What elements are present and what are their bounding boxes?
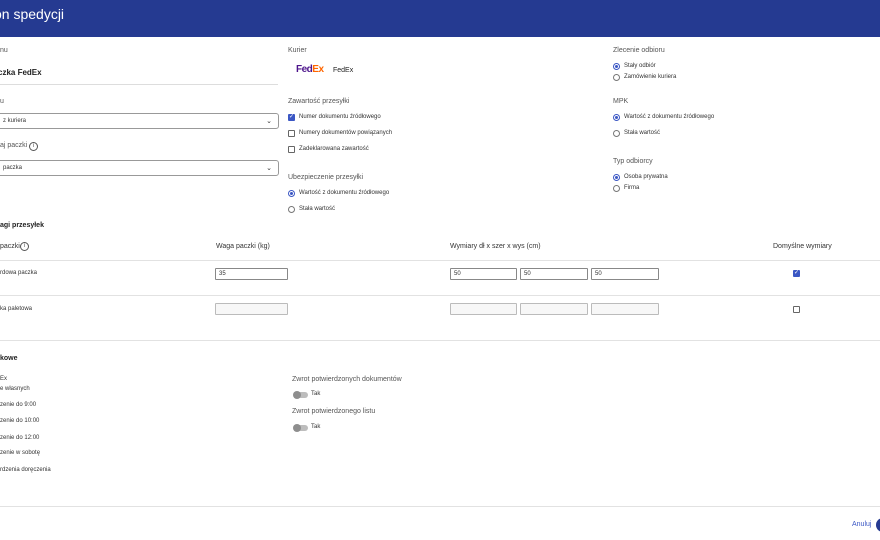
chevron-down-icon: ⌄	[266, 118, 272, 125]
content-label: Zawartość przesyłki	[288, 98, 350, 105]
width-input[interactable]	[520, 303, 588, 315]
mpk-option-label: Stała wartość	[624, 130, 661, 136]
insurance-option-label: Wartość z dokumentu źródłowego	[299, 190, 390, 196]
height-input[interactable]	[591, 303, 659, 315]
weights-section-title: agi przesyłek	[0, 222, 44, 229]
insurance-option-label: Stała wartość	[299, 206, 336, 212]
content-checkbox-declared[interactable]	[288, 146, 295, 153]
weights-col-default: Domyślne wymiary	[773, 243, 832, 250]
extra-item[interactable]: zenie w sobotę	[0, 450, 40, 456]
name-underline	[0, 84, 278, 85]
mpk-option-label: Wartość z dokumentu źródłowego	[624, 114, 715, 120]
extra-section-title: kowe	[0, 355, 18, 362]
insurance-radio-fixed[interactable]	[288, 206, 295, 213]
content-option-label: Numery dokumentów powiązanych	[299, 130, 393, 136]
return-docs-toggle-label: Tak	[311, 391, 321, 397]
content-option-label: Numer dokumentu źródłowego	[299, 114, 381, 120]
return-docs-toggle[interactable]	[293, 391, 308, 399]
pickup-radio-order[interactable]	[613, 74, 620, 81]
length-input[interactable]	[450, 303, 517, 315]
name-value[interactable]: czka FedEx	[0, 68, 42, 77]
table-divider	[0, 295, 880, 296]
table-divider	[0, 260, 880, 261]
package-type-name: rdowa paczka	[0, 270, 38, 276]
weights-col-package: paczki	[0, 243, 20, 250]
mpk-radio-fixed[interactable]	[613, 130, 620, 137]
extra-item[interactable]: zenie do 9:00	[0, 402, 36, 408]
fedex-logo: FedEx	[296, 64, 324, 75]
package-select[interactable]: paczka ⌄	[0, 160, 279, 176]
mpk-label: MPK	[613, 98, 629, 105]
courier-name: FedEx	[333, 67, 354, 74]
primary-action-button[interactable]	[876, 518, 880, 532]
type-label: u	[0, 98, 4, 105]
default-dims-checkbox[interactable]	[793, 306, 800, 313]
recipient-option-label: Firma	[624, 185, 640, 191]
content-checkbox-related-numbers[interactable]	[288, 130, 295, 137]
length-input[interactable]: 50	[450, 268, 517, 280]
weight-input[interactable]: 35	[215, 268, 288, 280]
extra-item[interactable]: zenie do 10:00	[0, 418, 39, 424]
type-select-value: z kuriera	[3, 118, 27, 124]
weights-col-dims: Wymiary dł x szer x wys (cm)	[450, 243, 541, 250]
default-dims-checkbox[interactable]	[793, 269, 800, 277]
extra-item[interactable]: zenie do 12:00	[0, 435, 39, 441]
recipient-radio-private[interactable]	[613, 174, 620, 181]
extra-item[interactable]: e własnych	[0, 386, 30, 392]
footer-divider	[0, 506, 880, 507]
courier-label: Kurier	[288, 47, 307, 54]
package-label: aj paczki	[0, 142, 28, 149]
pickup-radio-fixed[interactable]	[613, 63, 620, 70]
content-checkbox-source-number[interactable]	[288, 113, 295, 121]
type-select[interactable]: z kuriera ⌄	[0, 113, 279, 129]
name-label: nu	[0, 47, 8, 54]
section-divider	[0, 340, 880, 341]
weights-col-weight: Waga paczki (kg)	[216, 243, 270, 250]
header-bar: on spedycji	[0, 0, 880, 37]
pickup-option-label: Zamówienie kuriera	[624, 74, 677, 80]
insurance-radio-source[interactable]	[288, 190, 295, 197]
chevron-down-icon: ⌄	[266, 165, 272, 172]
return-letter-toggle[interactable]	[293, 424, 308, 432]
cancel-button[interactable]: Anuluj	[852, 521, 871, 528]
recipient-radio-company[interactable]	[613, 185, 620, 192]
info-icon[interactable]: i	[29, 142, 38, 151]
pickup-option-label: Stały odbiór	[624, 63, 656, 69]
extra-item[interactable]: rdzenia doręczenia	[0, 467, 51, 473]
package-select-value: paczka	[3, 165, 23, 171]
mpk-radio-source[interactable]	[613, 114, 620, 121]
extra-item: Ex	[0, 376, 8, 382]
weight-input[interactable]	[215, 303, 288, 315]
return-letter-toggle-label: Tak	[311, 424, 321, 430]
info-icon[interactable]: i	[20, 242, 29, 251]
width-input[interactable]: 50	[520, 268, 588, 280]
content-option-label: Zadeklarowana zawartość	[299, 146, 369, 152]
return-docs-label: Zwrot potwierdzonych dokumentów	[292, 376, 402, 383]
pickup-label: Zlecenie odbioru	[613, 47, 665, 54]
page-title: on spedycji	[0, 6, 65, 22]
package-type-name: ka paletowa	[0, 306, 33, 312]
return-letter-label: Zwrot potwierdzonego listu	[292, 408, 376, 415]
insurance-label: Ubezpieczenie przesyłki	[288, 174, 364, 181]
height-input[interactable]: 50	[591, 268, 659, 280]
recipient-option-label: Osoba prywatna	[624, 174, 668, 180]
recipient-label: Typ odbiorcy	[613, 158, 653, 165]
